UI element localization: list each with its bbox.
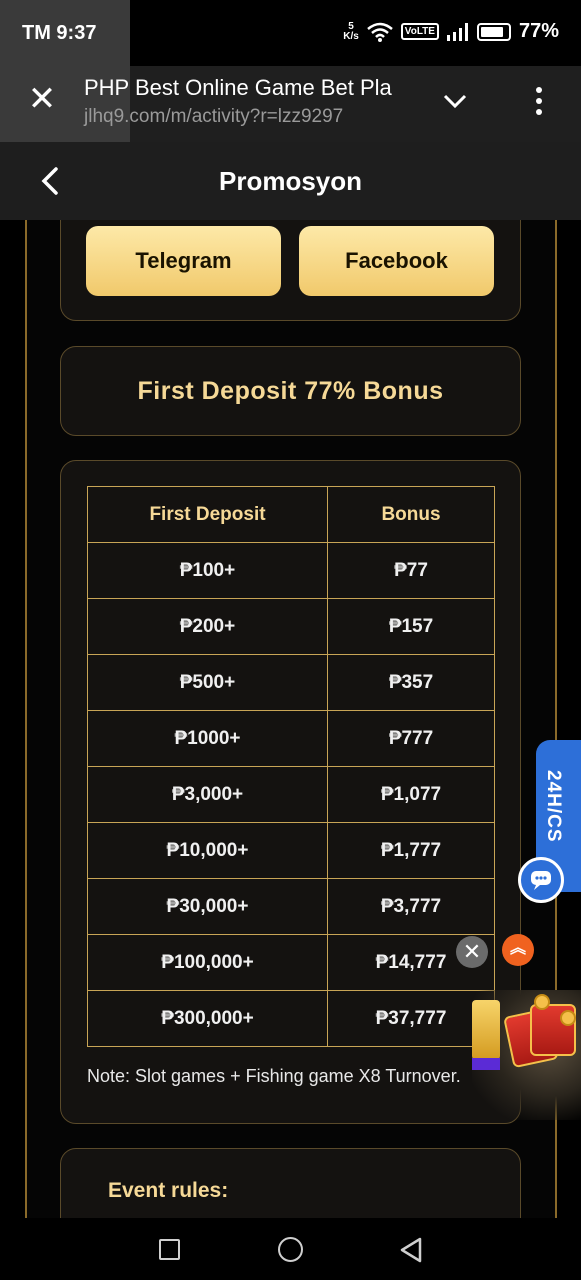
table-row: ₱10,000+ ₱1,777 [87,822,495,879]
facebook-button[interactable]: Facebook [299,226,494,296]
home-icon[interactable] [278,1237,303,1262]
gold-coin-icon [534,994,550,1010]
gift-stack-icon [472,1000,500,1060]
bonus-cell: ₱357 [327,654,495,711]
bonus-cell: ₱157 [327,598,495,655]
table-row: ₱1000+ ₱777 [87,710,495,767]
gift-base-icon [472,1058,500,1070]
gold-coin-icon [560,1010,576,1026]
red-envelope-promo-image[interactable] [472,990,581,1120]
more-options-icon[interactable] [528,84,550,118]
event-rules-card: Event rules: [60,1148,521,1218]
status-time: TM 9:37 [22,22,97,44]
deposit-cell: ₱100,000+ [87,934,328,991]
back-triangle-icon[interactable] [398,1236,424,1264]
telegram-button[interactable]: Telegram [86,226,281,296]
dismiss-promo-button[interactable]: ✕ [456,936,488,968]
bonus-cell: ₱3,777 [327,878,495,935]
bonus-title: First Deposit 77% Bonus [137,376,444,405]
deposit-cell: ₱100+ [87,542,328,599]
table-row: ₱500+ ₱357 [87,654,495,711]
network-speed: 5 K/s [343,20,359,42]
signal-icon [446,22,468,41]
deposit-cell: ₱1000+ [87,710,328,767]
wifi-icon [366,22,393,42]
share-card: Telegram Facebook [60,220,521,321]
deposit-bonus-table: First Deposit Bonus ₱100+ ₱77 ₱200+ ₱157 ₱… [87,486,495,1047]
turnover-note: Note: Slot games + Fishing game X8 Turno… [87,1066,461,1086]
bonus-cell: ₱1,077 [327,766,495,823]
browser-page-title: PHP Best Online Game Bet Pla [84,75,392,100]
bonus-cell: ₱777 [327,710,495,767]
app-header: Promosyon [0,142,581,220]
table-row: ₱3,000+ ₱1,077 [87,766,495,823]
system-navigation-bar [0,1218,581,1280]
column-header-first-deposit: First Deposit [87,486,328,543]
battery-level: 77% [518,20,559,42]
deposit-cell: ₱10,000+ [87,822,328,879]
status-icons: 5 K/s VoLTE 77% [343,20,559,43]
status-bar: TM 9:37 5 K/s VoLTE 77% [0,0,581,142]
column-header-bonus: Bonus [327,486,495,543]
table-row: ₱300,000+ ₱37,777 [87,990,495,1047]
deposit-cell: ₱200+ [87,598,328,655]
deposit-cell: ₱300,000+ [87,990,328,1047]
scroll-to-top-button[interactable]: ︽ [502,934,534,966]
browser-bar: ✕ PHP Best Online Game Bet Pla jlhq9.com… [0,66,581,142]
table-row: ₱200+ ₱157 [87,598,495,655]
table-row: ₱100,000+ ₱14,777 [87,934,495,991]
volte-badge: VoLTE [400,23,439,40]
deposit-cell: ₱3,000+ [87,766,328,823]
bonus-cell: ₱77 [327,542,495,599]
table-row: ₱30,000+ ₱3,777 [87,878,495,935]
chevron-down-icon[interactable] [440,86,470,116]
table-header-row: First Deposit Bonus [87,486,495,543]
recent-apps-icon[interactable] [159,1239,180,1260]
table-row: ₱100+ ₱77 [87,542,495,599]
customer-service-label: 24H/CS [543,770,564,843]
battery-icon [476,22,511,41]
page-title: Promosyon [218,166,363,196]
close-icon[interactable]: ✕ [26,82,58,116]
chat-icon[interactable] [518,857,564,903]
bonus-cell: ₱1,777 [327,822,495,879]
bonus-cell: ₱37,777 [327,990,495,1047]
browser-url[interactable]: jlhq9.com/m/activity?r=lzz9297 [84,106,343,128]
deposit-cell: ₱30,000+ [87,878,328,935]
deposit-cell: ₱500+ [87,654,328,711]
bonus-title-card: First Deposit 77% Bonus [60,346,521,436]
event-rules-title: Event rules: [108,1179,229,1202]
bonus-table-card: First Deposit Bonus ₱100+ ₱77 ₱200+ ₱157 ₱… [60,460,521,1124]
